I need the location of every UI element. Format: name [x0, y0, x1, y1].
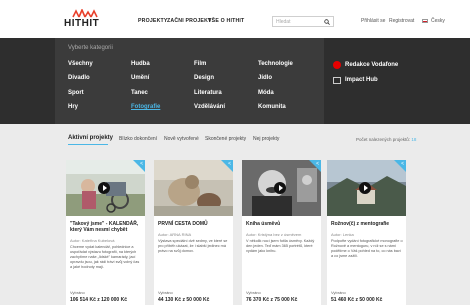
project-author: Autor: Kristýna bez z úsměvem	[246, 232, 302, 237]
tab-skoncene-projekty[interactable]: Skončené projekty	[205, 136, 246, 142]
logo-icon	[72, 9, 98, 18]
share-icon[interactable]: <	[401, 161, 404, 167]
top-header: HITHIT PROJEKTY ZAČNI PROJEKT VŠE O HITH…	[0, 0, 470, 38]
category-hudba[interactable]: Hudba	[131, 61, 150, 67]
funded-amount: 51 460 Kč z 50 000 Kč	[331, 297, 383, 303]
category-literatura[interactable]: Literatura	[194, 90, 222, 96]
category-fotografie[interactable]: Fotografie	[131, 104, 160, 110]
play-video-icon[interactable]	[274, 182, 286, 194]
project-author: Autor: Kateřina Kubelová	[70, 238, 115, 243]
project-count-label: Počet nalezených projektů:	[356, 137, 411, 142]
project-count-value: 18	[411, 137, 417, 142]
impact-hub-icon	[333, 77, 341, 84]
project-author: Autor: ARNA RINA	[158, 232, 192, 237]
funded-label: Vybráno	[158, 290, 173, 295]
search-icon[interactable]	[324, 19, 330, 25]
category-sport[interactable]: Sport	[68, 90, 84, 96]
category-tanec[interactable]: Tanec	[131, 90, 148, 96]
funded-label: Vybráno	[70, 290, 85, 295]
funded-amount: 106 514 Kč z 120 000 Kč	[70, 297, 127, 303]
category-vsechny[interactable]: Všechny	[68, 61, 93, 67]
partner-vodafone[interactable]: Redakce Vodafone	[345, 62, 398, 68]
share-icon[interactable]: <	[228, 161, 231, 167]
czech-flag-icon	[422, 19, 428, 23]
project-description: V několik nocí jsem fotila úsměvy. Každý…	[246, 239, 315, 253]
category-vzdelavani[interactable]: Vzdělávání	[194, 104, 225, 110]
share-icon[interactable]: <	[316, 161, 319, 167]
active-tab-underline	[68, 144, 108, 145]
project-card[interactable]: < PRVNÍ CESTA DOMŮ Autor: ARNA RINA Výst…	[154, 160, 233, 305]
tab-blizko-dokonceni[interactable]: Blízko dokončení	[119, 136, 157, 142]
logo-text: HITHIT	[64, 18, 100, 29]
nav-vse-o-hithit[interactable]: VŠE O HITHIT	[208, 18, 244, 24]
hithit-logo[interactable]: HITHIT	[64, 9, 104, 31]
category-moda[interactable]: Móda	[258, 90, 274, 96]
funded-label: Vybráno	[246, 290, 261, 295]
category-technologie[interactable]: Technologie	[258, 61, 293, 67]
tab-nej-projekty[interactable]: Nej projekty	[253, 136, 279, 142]
project-card[interactable]: < Kniha úsměvů Autor: Kristýna bez z úsm…	[242, 160, 321, 305]
login-link[interactable]: Přihlásit se	[361, 18, 385, 24]
play-video-icon[interactable]	[98, 182, 110, 194]
project-card[interactable]: < Rožnov(č) z mentografie Autor: Lenka P…	[327, 160, 406, 305]
project-author: Autor: Lenka	[331, 232, 354, 237]
search-placeholder: Hledat	[276, 19, 291, 25]
project-image[interactable]: <	[66, 160, 145, 216]
project-title[interactable]: Kniha úsměvů	[246, 221, 318, 227]
vodafone-icon	[333, 61, 341, 69]
category-heading: Vyberte kategorii	[68, 45, 113, 51]
share-corner[interactable]	[221, 160, 233, 172]
category-jidlo[interactable]: Jídlo	[258, 75, 272, 81]
project-description: Chceme vydat kalendář, pohlednice a uspo…	[70, 245, 140, 269]
project-title[interactable]: PRVNÍ CESTA DOMŮ	[158, 221, 230, 227]
register-link[interactable]: Registrovat	[389, 18, 414, 24]
funded-amount: 76 370 Kč z 75 000 Kč	[246, 297, 298, 303]
category-komunita[interactable]: Komunita	[258, 104, 286, 110]
search-input[interactable]: Hledat	[272, 16, 334, 27]
funded-amount: 44 130 Kč z 50 000 Kč	[158, 297, 210, 303]
share-corner[interactable]	[309, 160, 321, 172]
share-corner[interactable]	[394, 160, 406, 172]
project-count: Počet nalezených projektů: 18	[356, 137, 416, 142]
project-description: Výstava speciální dvě sedmy, ve které se…	[158, 239, 228, 253]
project-title[interactable]: "Takový jsme" - KALENDÁŘ, který Vám nesm…	[70, 221, 142, 233]
nav-projekty[interactable]: PROJEKTY	[138, 18, 168, 24]
share-corner[interactable]	[133, 160, 145, 172]
play-video-icon[interactable]	[359, 182, 371, 194]
project-image[interactable]: <	[327, 160, 406, 216]
project-card[interactable]: < "Takový jsme" - KALENDÁŘ, který Vám ne…	[66, 160, 145, 305]
nav-zacni-projekt[interactable]: ZAČNI PROJEKT	[167, 18, 211, 24]
partner-impact-hub[interactable]: Impact Hub	[345, 77, 378, 83]
project-description: Podpořte vydání fotografické monografie …	[331, 239, 403, 258]
language-select[interactable]: Česky	[431, 18, 445, 24]
category-film[interactable]: Film	[194, 61, 206, 67]
category-design[interactable]: Design	[194, 75, 214, 81]
category-umeni[interactable]: Umění	[131, 75, 149, 81]
tab-aktivni-projekty[interactable]: Aktivní projekty	[68, 135, 113, 141]
category-hry[interactable]: Hry	[68, 104, 78, 110]
tab-nove-vytvorene[interactable]: Nově vytvořené	[164, 136, 199, 142]
share-icon[interactable]: <	[140, 161, 143, 167]
project-title[interactable]: Rožnov(č) z mentografie	[331, 221, 403, 227]
project-image[interactable]: <	[154, 160, 233, 216]
category-divadlo[interactable]: Divadlo	[68, 75, 90, 81]
funded-label: Vybráno	[331, 290, 346, 295]
project-image[interactable]: <	[242, 160, 321, 216]
